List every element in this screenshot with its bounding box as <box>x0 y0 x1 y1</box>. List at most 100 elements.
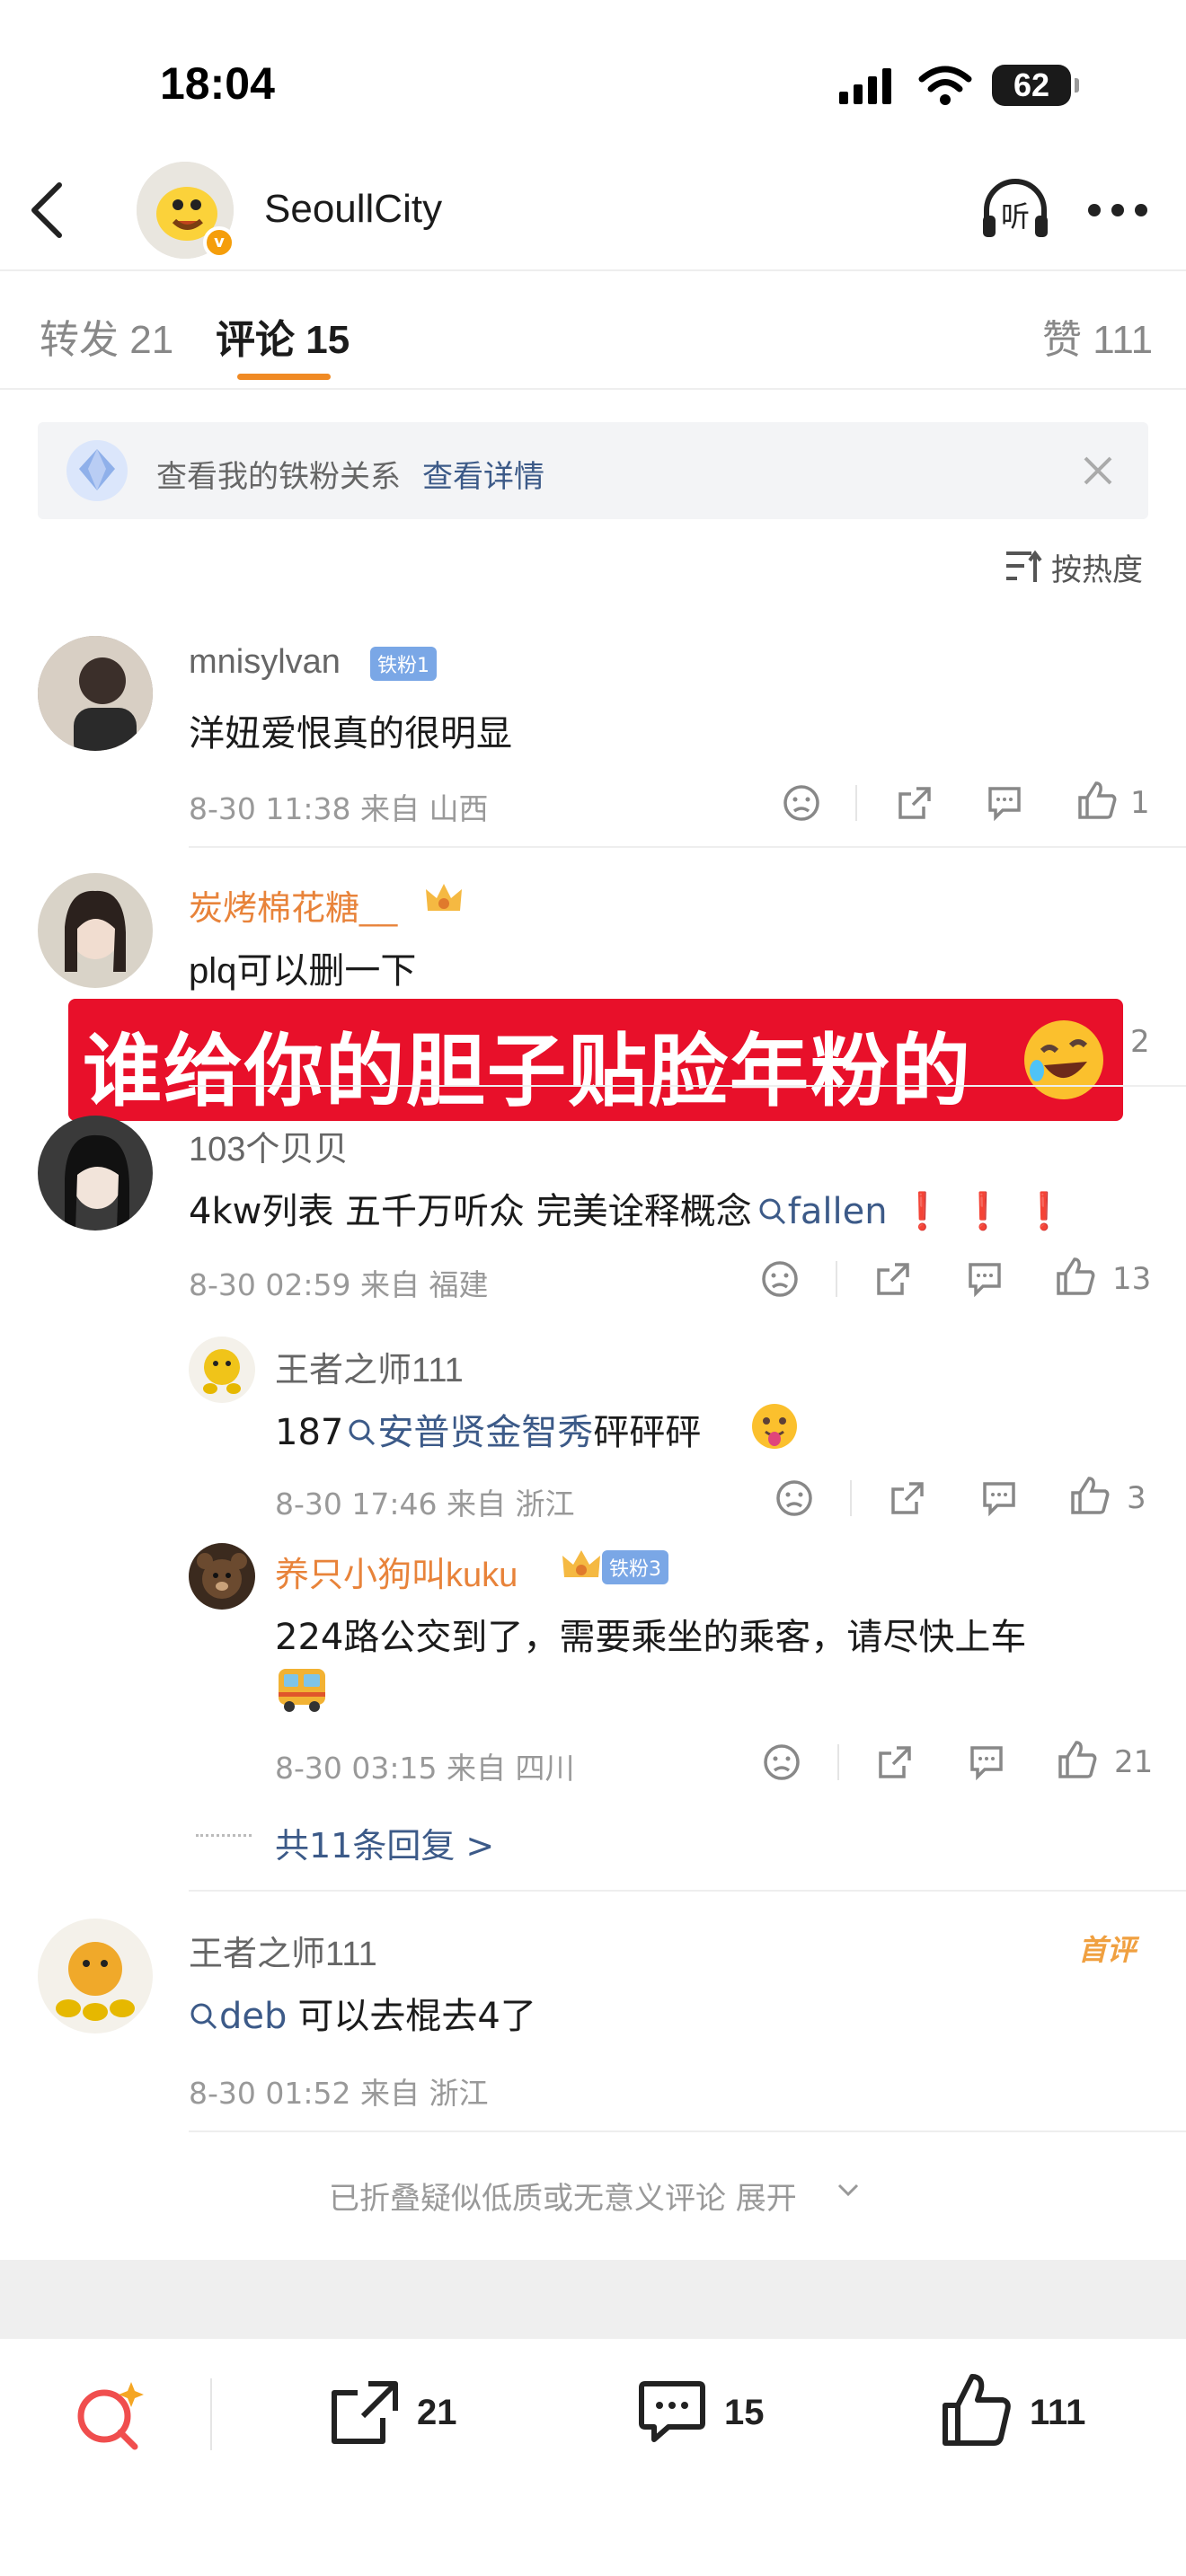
fan-badge: 铁粉3 <box>602 1550 668 1584</box>
person-photo-icon <box>38 1116 153 1231</box>
repost-icon[interactable] <box>329 2378 401 2447</box>
comment-divider <box>189 1085 1186 1087</box>
topic-link-text: fallen <box>787 1191 888 1232</box>
comment-text: 4kw列表 五千万听众 完美诠释概念 fallen ❗❗❗ <box>189 1182 1083 1234</box>
action-separator <box>836 1261 837 1297</box>
share-icon[interactable] <box>875 1742 915 1782</box>
comment-text-suffix: 可以去棍去4了 <box>297 1996 536 2037</box>
comment-text: plq可以删一下 <box>189 951 417 991</box>
chevron-down-icon[interactable] <box>836 2181 861 2199</box>
commenter-avatar[interactable] <box>38 1116 153 1231</box>
search-icon <box>349 1419 376 1446</box>
topic-link-text: deb <box>219 1996 288 2037</box>
exclamation-emoji: ❗❗❗ <box>899 1191 1083 1232</box>
topic-search-link[interactable]: 安普贤金智秀 <box>343 1412 593 1453</box>
author-name[interactable]: SeoullCity <box>264 187 442 232</box>
like-count: 2 <box>1130 1024 1150 1060</box>
reply-username[interactable]: 王者之师111 <box>275 1342 464 1391</box>
thumbs-up-icon[interactable] <box>1076 780 1118 821</box>
sort-icon[interactable] <box>1005 550 1042 584</box>
dislike-face-icon[interactable] <box>760 1259 800 1299</box>
banner-details-link[interactable]: 查看详情 <box>422 452 544 496</box>
view-more-replies[interactable]: 共11条回复 > <box>275 1818 494 1867</box>
reply-meta: 8-30 17:46 来自 浙江 <box>275 1486 575 1522</box>
share-icon[interactable] <box>888 1478 927 1518</box>
thumbs-up-icon[interactable] <box>1057 1739 1098 1780</box>
dislike-face-icon[interactable] <box>782 783 821 823</box>
reply-icon[interactable] <box>985 783 1024 823</box>
tongue-emoji-icon <box>752 1404 797 1449</box>
reply-username[interactable]: 养只小狗叫kuku <box>275 1547 518 1596</box>
bear-avatar-icon <box>189 1543 255 1610</box>
reply-meta: 8-30 03:15 来自 四川 <box>275 1751 575 1786</box>
more-options-icon[interactable] <box>1087 203 1148 217</box>
bus-emoji-icon <box>279 1669 325 1712</box>
reply-text: 224路公交到了，需要乘坐的乘客，请尽快上车 <box>275 1617 1027 1658</box>
like-icon[interactable] <box>940 2371 1012 2448</box>
comment-username[interactable]: 炭烤棉花糖__ <box>189 880 397 930</box>
close-icon[interactable] <box>1082 454 1114 487</box>
tab-repost[interactable]: 转发 21 <box>40 307 173 365</box>
battery-indicator: 62 <box>992 65 1079 106</box>
reply-text-prefix: 187 <box>275 1412 344 1453</box>
topic-search-link[interactable]: fallen <box>752 1191 888 1232</box>
emoji-avatar-icon <box>189 1337 255 1403</box>
person-photo-icon <box>38 873 153 988</box>
topic-link-text: 安普贤金智秀 <box>377 1412 594 1453</box>
banner-text: 查看我的铁粉关系 <box>156 459 401 495</box>
status-time: 18:04 <box>160 58 275 109</box>
back-arrow-icon[interactable] <box>27 181 66 239</box>
tab-comments[interactable]: 评论 15 <box>216 307 350 365</box>
folded-comments-toggle[interactable]: 已折叠疑似低质或无意义评论 展开 <box>329 2174 797 2218</box>
reply-avatar[interactable] <box>189 1337 255 1403</box>
listen-label: 听 <box>1001 199 1031 234</box>
action-separator <box>850 1480 852 1516</box>
first-comment-tag: 首评 <box>1078 1933 1137 1967</box>
thumbs-up-icon[interactable] <box>1055 1256 1096 1297</box>
like-count: 3 <box>1127 1480 1146 1516</box>
comment-username[interactable]: 王者之师111 <box>189 1926 377 1975</box>
thumbs-up-icon[interactable] <box>1069 1475 1111 1516</box>
like-count: 21 <box>1114 1744 1154 1780</box>
comment-username[interactable]: 103个贝贝 <box>189 1121 348 1170</box>
share-icon[interactable] <box>873 1259 913 1299</box>
reply-text-suffix: 砰砰砰 <box>593 1412 702 1453</box>
reply-icon[interactable] <box>979 1478 1019 1518</box>
tab-likes[interactable]: 赞 111 <box>1042 307 1153 365</box>
rofl-emoji-icon <box>1024 1020 1103 1099</box>
nav-divider <box>0 269 1186 271</box>
comment-icon[interactable] <box>636 2377 708 2448</box>
caption-text: 谁给你的胆子贴脸年粉的 <box>83 1025 973 1117</box>
comment-divider <box>189 2130 1186 2132</box>
sort-by-hot[interactable]: 按热度 <box>1051 545 1143 589</box>
comment-divider <box>189 1890 1186 1892</box>
topic-search-link[interactable]: deb <box>189 1996 287 2037</box>
like-total-count: 111 <box>1030 2393 1086 2432</box>
reply-icon[interactable] <box>965 1259 1005 1299</box>
action-separator <box>855 785 857 821</box>
emoji-avatar-icon <box>38 1919 153 2033</box>
fan-badge: 铁粉1 <box>370 647 437 681</box>
cellular-signal-icon <box>839 68 891 104</box>
replies-dotted-line <box>196 1834 252 1837</box>
wifi-icon <box>918 66 972 105</box>
share-icon[interactable] <box>895 783 934 823</box>
search-icon <box>759 1198 785 1225</box>
dislike-face-icon[interactable] <box>762 1742 801 1782</box>
commenter-avatar[interactable] <box>38 636 153 751</box>
commenter-avatar[interactable] <box>38 1919 153 2033</box>
repost-count: 21 <box>417 2393 457 2432</box>
reply-avatar[interactable] <box>189 1543 255 1610</box>
comment-meta: 8-30 11:38 来自 山西 <box>189 791 489 826</box>
reply-icon[interactable] <box>967 1742 1006 1782</box>
section-spacer <box>0 2260 1186 2339</box>
crown-badge-icon <box>426 884 462 911</box>
comment-divider <box>189 846 1186 848</box>
verified-badge-icon: v <box>203 226 235 259</box>
comment-meta: 8-30 02:59 来自 福建 <box>189 1267 489 1302</box>
comment-username[interactable]: mnisylvan <box>189 643 341 682</box>
dislike-face-icon[interactable] <box>774 1478 814 1518</box>
ai-search-icon[interactable] <box>72 2378 146 2452</box>
comment-text-prefix: 4kw列表 五千万听众 完美诠释概念 <box>189 1191 752 1232</box>
commenter-avatar[interactable] <box>38 873 153 988</box>
